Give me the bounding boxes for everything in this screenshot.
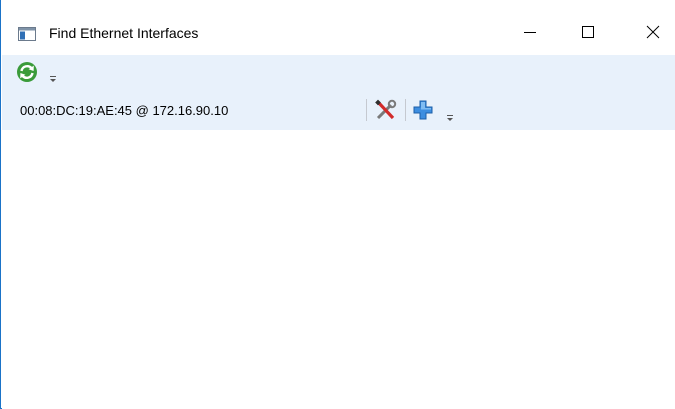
minimize-icon	[524, 32, 536, 33]
window-icon	[18, 27, 36, 41]
title-bar[interactable]: Find Ethernet Interfaces	[1, 0, 675, 54]
interface-address-label: 00:08:DC:19:AE:45 @ 172.16.90.10	[20, 103, 229, 118]
refresh-icon[interactable]	[16, 61, 38, 83]
find-ethernet-interfaces-window: Find Ethernet Interfaces 00:08:DC:19:AE:…	[0, 0, 675, 409]
maximize-icon	[582, 26, 594, 38]
toolbar-separator	[366, 99, 367, 121]
interfaces-list-area	[2, 130, 675, 409]
maximize-button[interactable]	[565, 12, 611, 52]
overflow-chevron-icon[interactable]	[446, 114, 454, 122]
window-title: Find Ethernet Interfaces	[49, 25, 199, 41]
close-button[interactable]	[630, 12, 675, 52]
close-icon	[646, 25, 660, 39]
tools-icon[interactable]	[374, 99, 398, 121]
main-toolbar	[2, 55, 675, 92]
toolbar-separator	[405, 99, 406, 121]
interface-row[interactable]: 00:08:DC:19:AE:45 @ 172.16.90.10	[2, 92, 675, 130]
overflow-chevron-icon[interactable]	[49, 75, 57, 83]
add-icon[interactable]	[412, 99, 434, 121]
minimize-button[interactable]	[507, 12, 553, 52]
